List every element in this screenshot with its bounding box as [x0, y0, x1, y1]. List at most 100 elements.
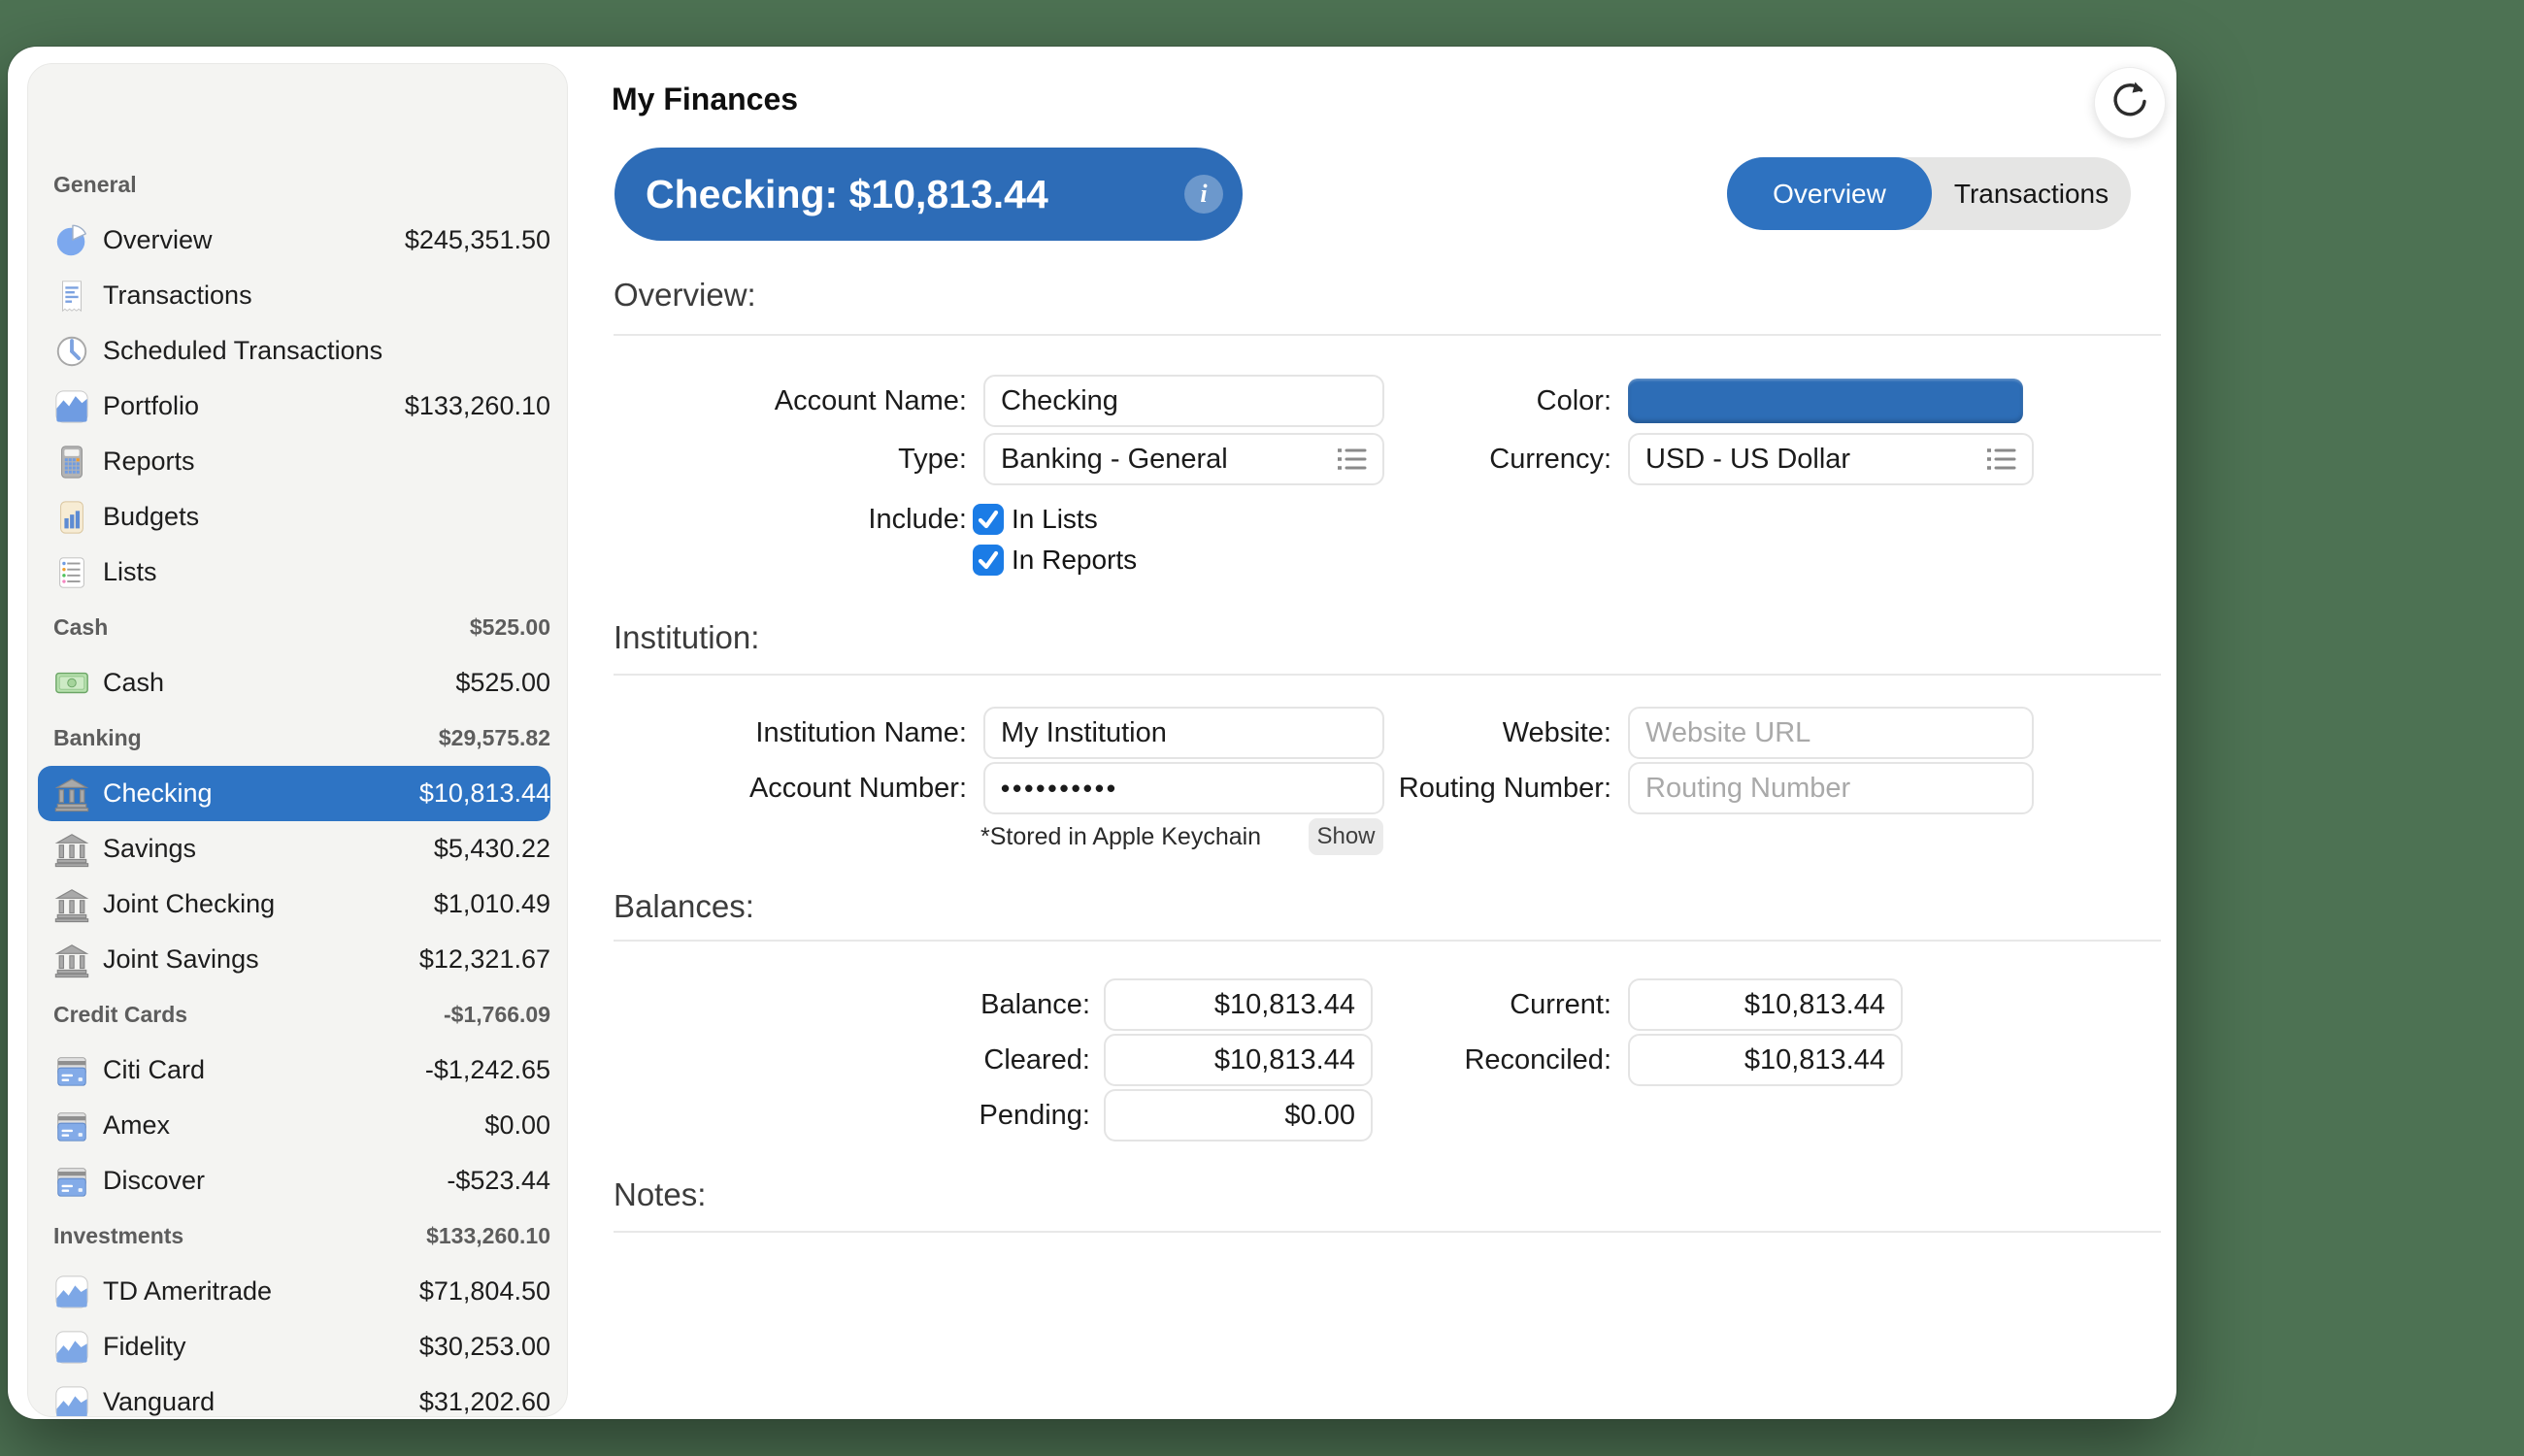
in-lists-checkbox[interactable]	[973, 504, 1004, 535]
portfolio-icon	[53, 388, 90, 425]
sidebar-item-amex[interactable]: Amex $0.00	[38, 1098, 550, 1153]
website-input[interactable]	[1628, 707, 2034, 759]
refresh-icon	[2109, 80, 2151, 127]
section-total: -$1,766.09	[444, 1002, 550, 1027]
sidebar-item-vanguard[interactable]: Vanguard $31,202.60	[38, 1374, 550, 1416]
item-value: $245,351.50	[404, 225, 550, 254]
current-label: Current:	[1510, 989, 1611, 1020]
pending-field[interactable]	[1104, 1089, 1373, 1142]
section-label: Banking	[53, 725, 142, 750]
reconciled-field[interactable]	[1628, 1034, 1903, 1086]
include-in-reports-row: In Reports	[973, 545, 1137, 576]
account-pill-label: Checking: $10,813.44	[646, 172, 1048, 216]
color-label: Color:	[1536, 385, 1611, 416]
item-label: Discover	[103, 1166, 206, 1195]
item-label: Vanguard	[103, 1387, 216, 1416]
view-tabs: Overview Transactions	[1727, 157, 2131, 230]
item-value: $1,010.49	[433, 889, 550, 918]
currency-value: USD - US Dollar	[1645, 444, 1851, 475]
in-reports-label: In Reports	[1012, 545, 1138, 575]
divider	[614, 940, 2161, 942]
color-swatch[interactable]	[1628, 379, 2023, 423]
item-value: $30,253.00	[418, 1332, 550, 1361]
item-label: Joint Checking	[103, 889, 276, 918]
account-name-label: Account Name:	[774, 385, 967, 416]
include-label: Include:	[868, 504, 967, 535]
sidebar-item-checking[interactable]: Checking $10,813.44	[38, 766, 550, 821]
current-field[interactable]	[1628, 978, 1903, 1031]
item-label: Budgets	[103, 502, 200, 531]
overview-section-heading: Overview:	[614, 277, 756, 313]
sidebar-item-joint-savings[interactable]: Joint Savings $12,321.67	[38, 932, 550, 987]
bank-icon	[53, 831, 90, 868]
sidebar-item-citi-card[interactable]: Citi Card -$1,242.65	[38, 1042, 550, 1098]
sidebar-item-cash[interactable]: Cash $525.00	[38, 655, 550, 711]
routing-number-input[interactable]	[1628, 762, 2034, 814]
sidebar-item-savings[interactable]: Savings $5,430.22	[38, 821, 550, 877]
sidebar-item-discover[interactable]: Discover -$523.44	[38, 1153, 550, 1208]
list-icon	[53, 554, 90, 591]
section-label: Credit Cards	[53, 1002, 188, 1027]
item-label: Fidelity	[103, 1332, 186, 1361]
section-total: $525.00	[469, 614, 550, 640]
item-value: $133,260.10	[404, 391, 550, 420]
account-pill: Checking: $10,813.44 i	[614, 148, 1243, 241]
tab-transactions[interactable]: Transactions	[1932, 157, 2131, 230]
item-label: TD Ameritrade	[103, 1276, 273, 1306]
pending-label: Pending:	[979, 1100, 1091, 1131]
institution-name-label: Institution Name:	[755, 717, 967, 748]
item-label: Transactions	[103, 281, 252, 310]
show-button[interactable]: Show	[1309, 818, 1383, 855]
type-label: Type:	[898, 444, 967, 475]
item-value: $71,804.50	[418, 1276, 550, 1306]
sidebar-item-lists[interactable]: Lists	[38, 545, 550, 600]
item-label: Amex	[103, 1110, 171, 1140]
sidebar-item-reports[interactable]: Reports	[38, 434, 550, 489]
item-label: Joint Savings	[103, 944, 259, 974]
item-label: Savings	[103, 834, 197, 863]
sidebar-item-budgets[interactable]: Budgets	[38, 489, 550, 545]
budget-icon	[53, 499, 90, 536]
sidebar-item-transactions[interactable]: Transactions	[38, 268, 550, 323]
item-value: $0.00	[484, 1110, 550, 1140]
item-value: $5,430.22	[433, 834, 550, 863]
calculator-icon	[53, 444, 90, 480]
section-total: $29,575.82	[438, 725, 550, 750]
app-window: General Overview $245,351.50 Transactions Sc…	[8, 47, 2176, 1419]
info-icon[interactable]: i	[1184, 175, 1223, 214]
sidebar-item-scheduled-transactions[interactable]: Scheduled Transactions	[38, 323, 550, 379]
receipt-icon	[53, 278, 90, 314]
sidebar-item-overview[interactable]: Overview $245,351.50	[38, 213, 550, 268]
sidebar-item-fidelity[interactable]: Fidelity $30,253.00	[38, 1319, 550, 1374]
sidebar-item-joint-checking[interactable]: Joint Checking $1,010.49	[38, 877, 550, 932]
account-list: General Overview $245,351.50 Transactions Sc…	[28, 64, 567, 1416]
notes-section-heading: Notes:	[614, 1176, 707, 1212]
banknote-icon	[53, 665, 90, 702]
section-label: Investments	[53, 1223, 184, 1248]
sidebar-item-td-ameritrade[interactable]: TD Ameritrade $71,804.50	[38, 1264, 550, 1319]
in-reports-checkbox[interactable]	[973, 545, 1004, 576]
section-total: $133,260.10	[426, 1223, 550, 1248]
refresh-button[interactable]	[2095, 68, 2165, 138]
tab-overview[interactable]: Overview	[1727, 157, 1932, 230]
invest-icon	[53, 1274, 90, 1310]
account-number-label: Account Number:	[748, 773, 967, 804]
sidebar-item-portfolio[interactable]: Portfolio $133,260.10	[38, 379, 550, 434]
currency-picker[interactable]: USD - US Dollar	[1628, 433, 2034, 485]
item-label: Checking	[103, 778, 213, 808]
item-label: Overview	[103, 225, 213, 254]
item-value: $31,202.60	[418, 1387, 550, 1416]
item-value: $525.00	[455, 668, 550, 697]
website-label: Website:	[1502, 717, 1611, 748]
include-in-lists-row: In Lists	[973, 504, 1098, 535]
card-icon	[53, 1052, 90, 1089]
sidebar: General Overview $245,351.50 Transactions Sc…	[27, 63, 568, 1417]
balance-label: Balance:	[980, 989, 1090, 1020]
routing-number-label: Routing Number:	[1398, 773, 1611, 804]
sidebar-section-header: Banking $29,575.82	[38, 711, 550, 766]
item-label: Cash	[103, 668, 165, 697]
invest-icon	[53, 1384, 90, 1416]
section-label: General	[53, 172, 137, 197]
cleared-label: Cleared:	[983, 1044, 1090, 1075]
balances-section-heading: Balances:	[614, 888, 754, 924]
